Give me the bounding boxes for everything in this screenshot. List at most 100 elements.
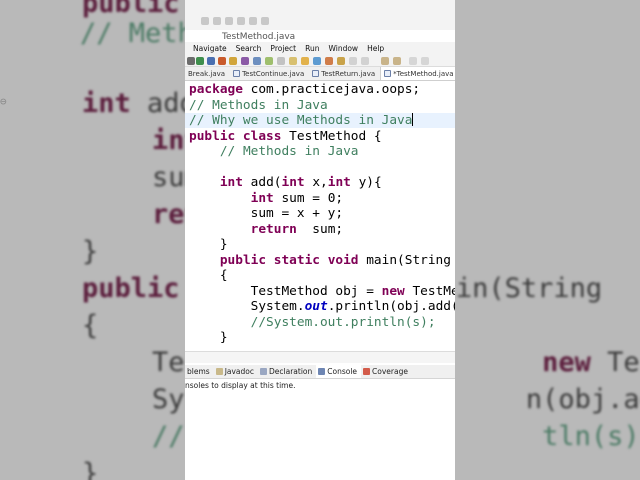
nav-icon[interactable] xyxy=(421,57,429,65)
code-line: int sum = 0; xyxy=(189,191,343,206)
background-code-token: public xyxy=(82,273,180,304)
view-tab-label: Declaration xyxy=(269,366,313,376)
view-tab[interactable]: Declaration xyxy=(258,365,316,378)
view-tab-icon xyxy=(215,368,223,375)
nav-back-icon[interactable] xyxy=(381,57,389,65)
java-file-icon xyxy=(233,70,241,77)
background-code-token: } xyxy=(82,458,99,480)
window-icon xyxy=(201,17,209,25)
background-code-token: new xyxy=(542,347,608,378)
view-tab-label: blems xyxy=(187,366,210,376)
code-token: { xyxy=(219,268,228,283)
window-icon xyxy=(213,17,221,25)
editor-tab[interactable]: *TestMethod.java✕ xyxy=(380,67,455,80)
menu-search[interactable]: Search xyxy=(231,42,266,55)
code-token: int xyxy=(327,175,359,190)
view-tab[interactable]: blems xyxy=(185,365,214,378)
tool-icon[interactable] xyxy=(337,57,345,65)
code-editor[interactable]: package com.practicejava.oops;// Methods… xyxy=(185,81,455,351)
code-token: package xyxy=(189,82,251,97)
background-code-token: } xyxy=(82,236,99,267)
editor-tab[interactable]: Break.java xyxy=(185,67,230,80)
tool-icon[interactable] xyxy=(229,57,237,65)
tool-icon[interactable] xyxy=(241,57,249,65)
code-token: // Why we use Methods in Java xyxy=(189,113,413,128)
background-code-line: // Meth xyxy=(80,18,194,49)
code-token: TestMet xyxy=(412,283,455,299)
editor-tab-bar: Break.java TestContinue.java TestReturn.ja… xyxy=(185,67,455,81)
code-token: out xyxy=(304,299,328,314)
background-code-token: // Meth xyxy=(80,18,194,49)
run-icon[interactable] xyxy=(196,57,204,65)
view-tab-bar: blems Javadoc Declaration Console Coverage xyxy=(185,365,455,379)
code-token: sum = x + y; xyxy=(250,206,344,221)
code-line: // Methods in Java xyxy=(189,98,328,113)
editor-tab-label: *TestMethod.java xyxy=(393,69,454,78)
menu-project[interactable]: Project xyxy=(265,42,300,55)
code-token: int xyxy=(281,175,313,190)
code-token: public static void xyxy=(219,252,367,268)
console-message: nsoles to display at this time. xyxy=(185,381,296,390)
background-code-token: { xyxy=(82,310,99,341)
tool-icon[interactable] xyxy=(253,57,261,65)
code-token: sum; xyxy=(304,221,344,237)
view-tab[interactable]: Javadoc xyxy=(214,365,258,378)
tool-icon[interactable] xyxy=(325,57,333,65)
menu-help[interactable]: Help xyxy=(362,42,388,55)
view-tab[interactable]: Console xyxy=(316,365,362,378)
toolbar xyxy=(185,55,455,67)
tool-icon[interactable] xyxy=(277,57,285,65)
nav-icon[interactable] xyxy=(409,57,417,65)
code-line: System.out.println(obj.add(i xyxy=(189,299,455,314)
text-cursor xyxy=(412,113,414,126)
editor-tab[interactable]: TestReturn.java xyxy=(309,67,380,80)
code-token: TestMethod obj = xyxy=(250,283,382,299)
code-line: public class TestMethod { xyxy=(189,129,382,144)
editor-tab[interactable]: TestContinue.java xyxy=(230,67,309,80)
app-watermark: InShOt xyxy=(380,450,441,470)
code-token: y){ xyxy=(358,175,382,190)
horizontal-scrollbar[interactable] xyxy=(185,351,455,363)
code-token: new xyxy=(381,283,413,299)
code-line: // Methods in Java xyxy=(189,144,359,159)
code-line: package com.practicejava.oops; xyxy=(189,82,420,97)
tool-icon[interactable] xyxy=(218,57,226,65)
tool-icon[interactable] xyxy=(289,57,297,65)
view-tab-label: Javadoc xyxy=(224,366,255,376)
margin-marker: ⊖ xyxy=(0,95,7,108)
tool-icon[interactable] xyxy=(301,57,309,65)
tool-icon[interactable] xyxy=(313,57,321,65)
window-icon xyxy=(249,17,257,25)
tool-icon[interactable] xyxy=(349,57,357,65)
ide-window: TestMethod.java Navigate Search Project Run… xyxy=(185,0,455,480)
code-token: } xyxy=(219,330,228,345)
code-line: // Why we use Methods in Java xyxy=(185,113,455,128)
code-line: sum = x + y; xyxy=(189,206,343,221)
background-code-line: } xyxy=(82,236,98,267)
code-token: public class xyxy=(189,128,290,144)
background-code-token: TestMeth xyxy=(607,347,640,378)
code-token: x, xyxy=(312,175,328,190)
menu-window[interactable]: Window xyxy=(323,42,362,55)
view-tab-icon xyxy=(363,368,371,375)
code-line: public static void main(String xyxy=(189,253,451,268)
editor-tab-label: TestReturn.java xyxy=(321,69,376,78)
code-token: } xyxy=(219,237,228,252)
dropdown-icon[interactable] xyxy=(187,57,195,65)
tool-icon[interactable] xyxy=(361,57,369,65)
code-token: // Methods in Java xyxy=(219,144,359,159)
view-tab-icon xyxy=(260,368,268,375)
menu-run[interactable]: Run xyxy=(300,42,323,55)
nav-forward-icon[interactable] xyxy=(393,57,401,65)
code-line: return sum; xyxy=(189,222,343,237)
window-title-area xyxy=(185,0,455,30)
background-code-line: } xyxy=(82,458,98,480)
menu-navigate[interactable]: Navigate xyxy=(185,42,231,55)
code-line: } xyxy=(189,237,228,252)
debug-icon[interactable] xyxy=(207,57,215,65)
view-tab-icon xyxy=(318,368,326,375)
view-tab[interactable]: Coverage xyxy=(361,365,412,378)
code-token: int xyxy=(250,190,282,206)
tool-icon[interactable] xyxy=(265,57,273,65)
window-icon xyxy=(237,17,245,25)
